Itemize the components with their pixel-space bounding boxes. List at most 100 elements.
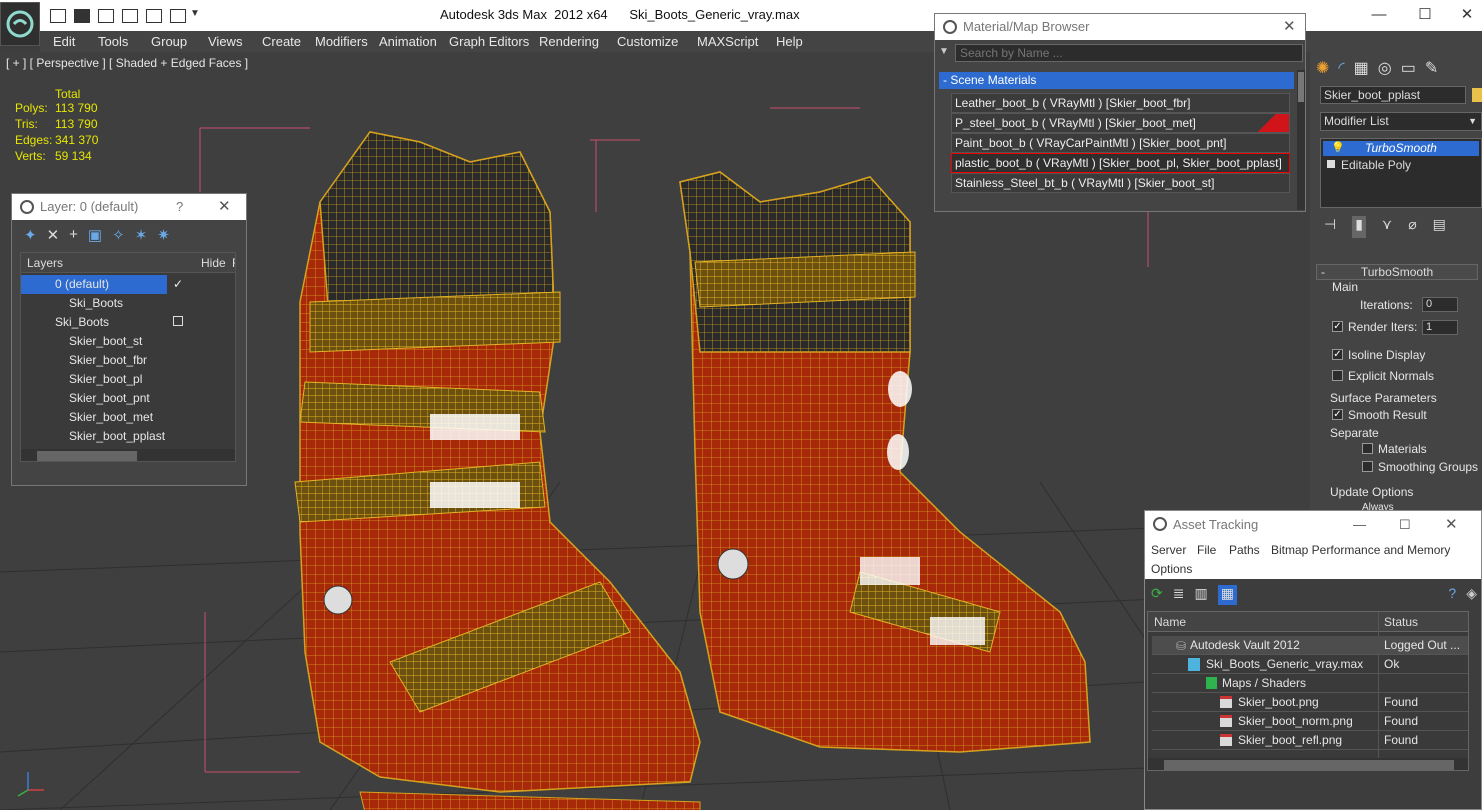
- col-name[interactable]: Name: [1154, 615, 1186, 629]
- material-browser-title-bar[interactable]: Material/Map Browser ✕: [935, 14, 1305, 40]
- menu-group[interactable]: Group: [151, 34, 187, 49]
- make-unique-icon[interactable]: ⋎: [1382, 216, 1392, 238]
- utilities-tab-icon[interactable]: ✎: [1425, 58, 1438, 78]
- stack-item-turbosmooth[interactable]: TurboSmooth: [1323, 141, 1479, 156]
- show-end-result-icon[interactable]: ▮: [1352, 216, 1366, 238]
- refresh-icon[interactable]: ⟳: [1151, 585, 1163, 605]
- asset-tracking-title-bar[interactable]: Asset Tracking — ☐ ✕: [1145, 511, 1481, 539]
- layer-row-object[interactable]: Ski_Boots: [21, 294, 233, 313]
- layer-row-object[interactable]: Skier_boot_pplast: [21, 427, 233, 446]
- list-view-icon[interactable]: ≣: [1173, 585, 1185, 605]
- horizontal-scrollbar[interactable]: [21, 449, 235, 461]
- asset-row-bitmap[interactable]: Skier_boot_refl.png Found: [1152, 731, 1468, 750]
- menu-views[interactable]: Views: [208, 34, 242, 49]
- menu-options[interactable]: Options: [1151, 562, 1192, 576]
- menu-customize[interactable]: Customize: [617, 34, 678, 49]
- set-current-layer-icon[interactable]: ✶: [135, 226, 148, 246]
- thumbnail-view-icon[interactable]: ▥: [1194, 585, 1207, 605]
- horizontal-scrollbar[interactable]: [1148, 758, 1468, 770]
- materials-checkbox[interactable]: [1362, 443, 1373, 454]
- vertical-scrollbar[interactable]: [1297, 70, 1305, 210]
- render-iters-spinner[interactable]: 1: [1422, 320, 1458, 335]
- layer-dialog-title-bar[interactable]: Layer: 0 (default) ? ✕: [12, 194, 246, 220]
- save-icon[interactable]: [74, 9, 90, 23]
- hold-icon[interactable]: [98, 9, 114, 23]
- material-item[interactable]: P_steel_boot_b ( VRayMtl ) [Skier_boot_m…: [951, 113, 1290, 133]
- right-boot-model[interactable]: [679, 171, 1091, 753]
- layer-row-object[interactable]: Skier_boot_st: [21, 332, 233, 351]
- menu-edit[interactable]: Edit: [53, 34, 75, 49]
- menu-help[interactable]: Help: [776, 34, 803, 49]
- select-layer-icon[interactable]: ✧: [112, 226, 125, 246]
- menu-rendering[interactable]: Rendering: [539, 34, 599, 49]
- hide-all-icon[interactable]: ✷: [157, 226, 170, 246]
- add-to-layer-icon[interactable]: +: [69, 226, 78, 246]
- table-view-icon[interactable]: ▦: [1217, 585, 1237, 605]
- menu-animation[interactable]: Animation: [379, 34, 437, 49]
- turbosmooth-rollout-header[interactable]: - TurboSmooth: [1316, 264, 1478, 280]
- asset-row-bitmap[interactable]: Skier_boot.png Found: [1152, 693, 1468, 712]
- col-hide[interactable]: Hide: [201, 256, 226, 270]
- left-boot-model[interactable]: [294, 131, 701, 810]
- explicit-normals-checkbox[interactable]: [1332, 370, 1343, 381]
- light-bulb-icon[interactable]: 💡: [1331, 141, 1345, 154]
- material-item[interactable]: Paint_boot_b ( VRayCarPaintMtl ) [Skier_…: [951, 133, 1290, 153]
- highlight-icon[interactable]: ◈: [1466, 585, 1477, 605]
- asset-row-maps-folder[interactable]: Maps / Shaders: [1152, 674, 1468, 693]
- close-icon[interactable]: ✕: [1445, 511, 1458, 539]
- viewport-label[interactable]: [ + ] [ Perspective ] [ Shaded + Edged F…: [6, 56, 248, 70]
- delete-layer-icon[interactable]: ✕: [47, 226, 60, 246]
- object-name-field[interactable]: Skier_boot_pplast: [1320, 86, 1466, 104]
- asset-row-bitmap[interactable]: Skier_boot_norm.png Found: [1152, 712, 1468, 731]
- menu-graph-editors[interactable]: Graph Editors: [449, 34, 529, 49]
- menu-bitmap-performance[interactable]: Bitmap Performance and Memory: [1271, 543, 1450, 557]
- menu-modifiers[interactable]: Modifiers: [315, 34, 368, 49]
- open-file-icon[interactable]: [50, 9, 66, 23]
- col-status[interactable]: Status: [1384, 615, 1418, 629]
- menu-tools[interactable]: Tools: [98, 34, 128, 49]
- layer-row-object[interactable]: Skier_boot_met: [21, 408, 233, 427]
- select-objects-icon[interactable]: ▣: [88, 226, 102, 246]
- search-input[interactable]: [955, 44, 1303, 62]
- layer-row-object[interactable]: Skier_boot_pnt: [21, 389, 233, 408]
- maximize-icon[interactable]: ☐: [1399, 511, 1411, 539]
- display-tab-icon[interactable]: ▭: [1401, 58, 1416, 78]
- create-layer-icon[interactable]: ✦: [24, 226, 37, 246]
- help-icon[interactable]: ?: [176, 194, 183, 220]
- asset-row-vault[interactable]: Autodesk Vault 2012 Logged Out ...: [1152, 636, 1468, 655]
- iterations-spinner[interactable]: 0: [1422, 297, 1458, 312]
- close-icon[interactable]: ✕: [1283, 14, 1296, 40]
- new-scene-icon[interactable]: [146, 9, 162, 23]
- scene-materials-group[interactable]: - Scene Materials: [939, 72, 1294, 89]
- scrollbar-thumb[interactable]: [1164, 760, 1454, 770]
- layer-row-object[interactable]: Skier_boot_pl: [21, 370, 233, 389]
- object-color-swatch[interactable]: [1472, 88, 1482, 102]
- scrollbar-thumb[interactable]: [1298, 72, 1304, 102]
- render-iters-checkbox[interactable]: ✓: [1332, 321, 1343, 332]
- quick-access-dropdown-icon[interactable]: ▼: [190, 8, 200, 19]
- motion-tab-icon[interactable]: ◎: [1378, 58, 1392, 78]
- remove-modifier-icon[interactable]: ⌀: [1408, 216, 1416, 238]
- stack-item-editable-poly[interactable]: Editable Poly: [1341, 158, 1411, 172]
- layer-row-default[interactable]: 0 (default): [21, 275, 167, 294]
- maximize-icon[interactable]: ☐: [1410, 4, 1440, 26]
- app-logo[interactable]: [0, 2, 40, 46]
- close-icon[interactable]: ✕: [218, 194, 231, 220]
- layer-row-ski-boots[interactable]: Ski_Boots: [21, 313, 233, 332]
- material-item[interactable]: Leather_boot_b ( VRayMtl ) [Skier_boot_f…: [951, 93, 1290, 113]
- project-icon[interactable]: [122, 9, 138, 23]
- minimize-icon[interactable]: —: [1353, 511, 1366, 539]
- material-item-selected[interactable]: plastic_boot_b ( VRayMtl ) [Skier_boot_p…: [951, 153, 1290, 173]
- help-icon[interactable]: ?: [1448, 585, 1456, 605]
- reset-icon[interactable]: [170, 9, 186, 23]
- menu-paths[interactable]: Paths: [1229, 543, 1260, 557]
- scrollbar-thumb[interactable]: [37, 451, 137, 461]
- create-tab-icon[interactable]: ✺: [1316, 58, 1329, 78]
- smoothing-groups-checkbox[interactable]: [1362, 461, 1373, 472]
- expand-icon[interactable]: [1327, 160, 1335, 168]
- smooth-result-checkbox[interactable]: ✓: [1332, 409, 1343, 420]
- col-f[interactable]: F: [232, 256, 235, 270]
- menu-file[interactable]: File: [1197, 543, 1216, 557]
- configure-sets-icon[interactable]: ▤: [1433, 216, 1446, 238]
- current-layer-check-icon[interactable]: ✓: [173, 277, 183, 291]
